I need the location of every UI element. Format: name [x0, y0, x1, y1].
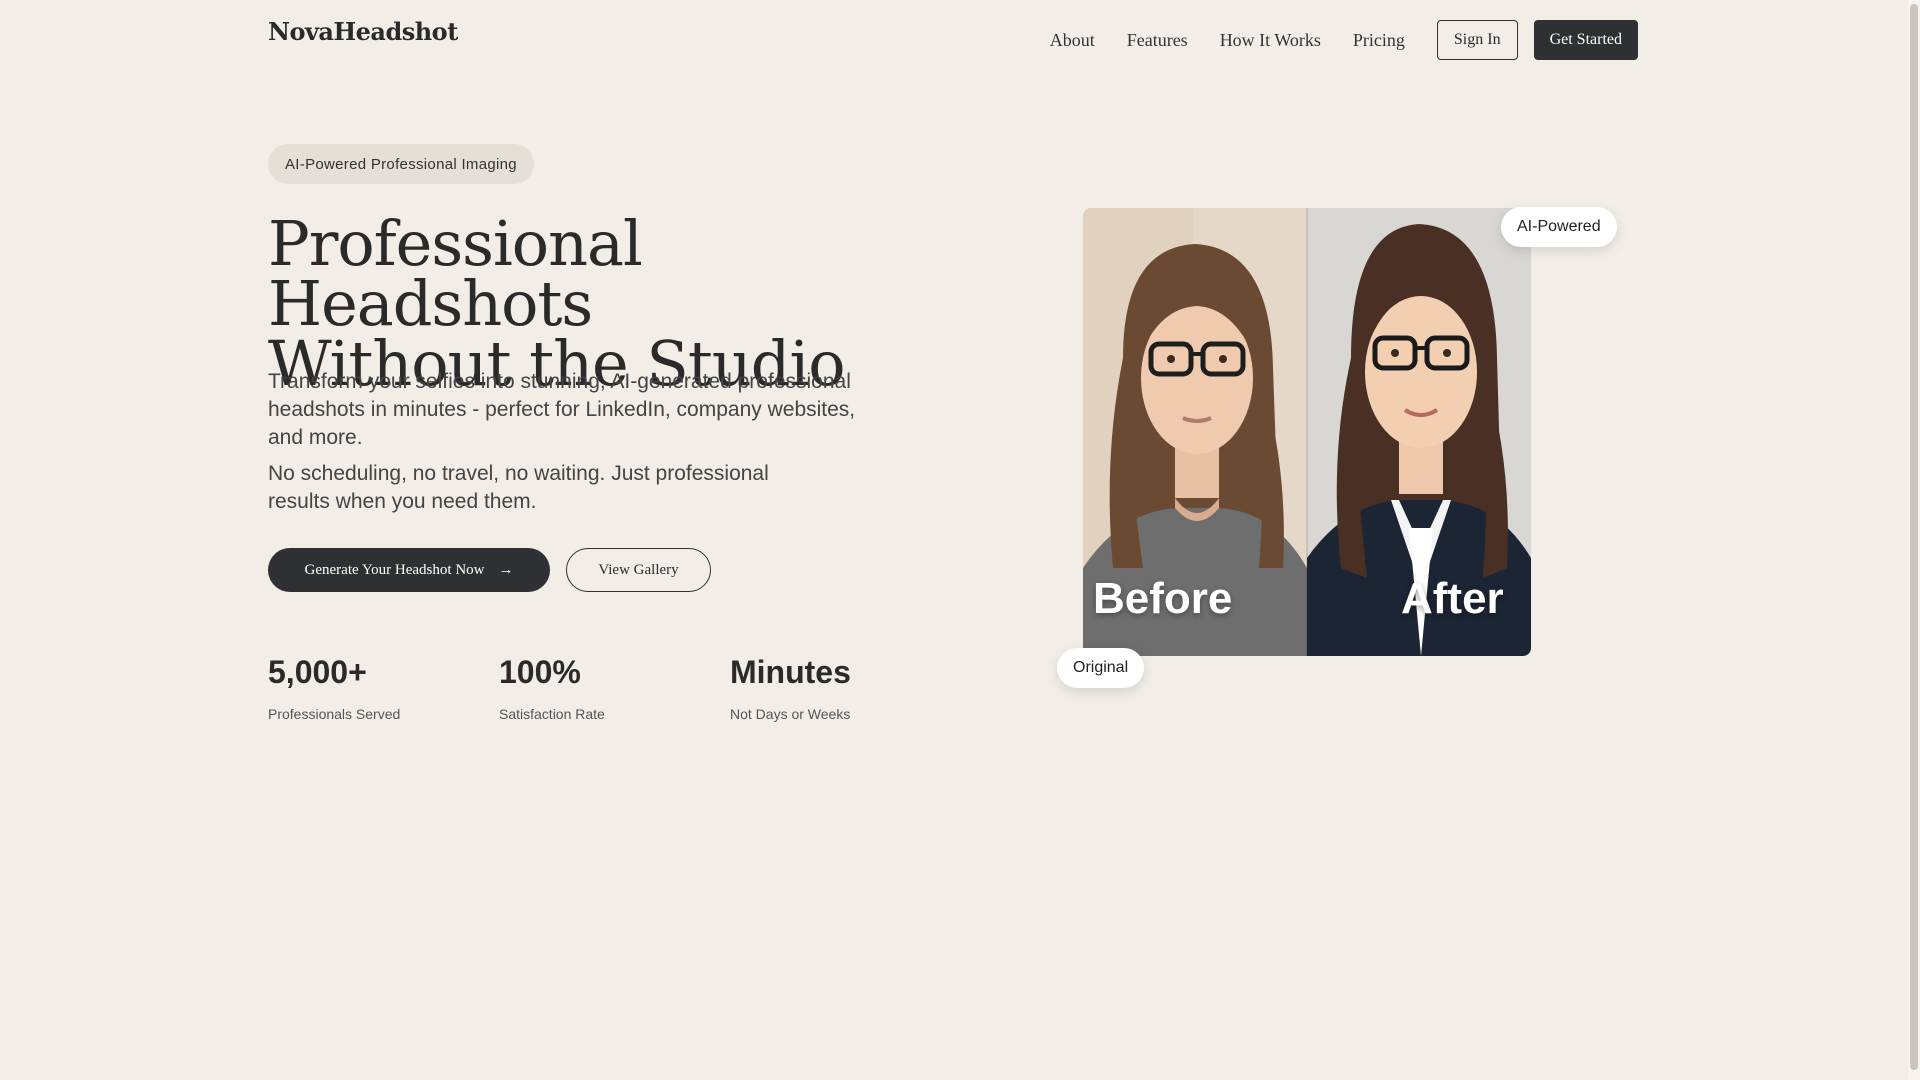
generate-headshot-button[interactable]: Generate Your Headshot Now →	[268, 548, 550, 592]
stat-value: Minutes	[730, 654, 851, 690]
before-label: Before	[1093, 574, 1233, 623]
scrollbar-thumb[interactable]	[1910, 4, 1918, 1070]
after-label: After	[1401, 574, 1504, 623]
nav-features[interactable]: Features	[1127, 30, 1188, 51]
nav-pricing[interactable]: Pricing	[1353, 30, 1405, 51]
hero-title-line-1: Professional Headshots	[268, 207, 643, 340]
get-started-button[interactable]: Get Started	[1533, 20, 1638, 60]
stat-value: 100%	[499, 654, 581, 690]
arrow-right-icon: →	[498, 561, 514, 578]
original-badge: Original	[1057, 648, 1145, 688]
view-gallery-button[interactable]: View Gallery	[566, 548, 711, 592]
page-scrollbar[interactable]	[1908, 0, 1920, 1080]
stat-satisfaction: 100% Satisfaction Rate	[499, 654, 605, 722]
landing-page: NovaHeadshot About Features How It Works…	[0, 0, 1908, 1080]
site-logo[interactable]: NovaHeadshot	[268, 17, 458, 46]
stat-label: Professionals Served	[268, 706, 401, 722]
stat-professionals: 5,000+ Professionals Served	[268, 654, 400, 722]
hero-title: Professional Headshots Without the Studi…	[268, 213, 968, 395]
sign-in-button[interactable]: Sign In	[1436, 20, 1518, 60]
stat-value: 5,000+	[268, 654, 367, 690]
hero-description: Transform your selfies into stunning, AI…	[268, 370, 856, 449]
hero-description-secondary: No scheduling, no travel, no waiting. Ju…	[268, 462, 769, 513]
stat-label: Not Days or Weeks	[730, 706, 851, 722]
stat-label: Satisfaction Rate	[499, 706, 605, 722]
generate-headshot-label: Generate Your Headshot Now	[304, 561, 485, 578]
ai-powered-badge: AI-Powered	[1501, 207, 1617, 247]
nav-about[interactable]: About	[1050, 30, 1095, 51]
hero-tag-pill: AI-Powered Professional Imaging	[268, 144, 534, 184]
nav-how-it-works[interactable]: How It Works	[1220, 30, 1321, 51]
top-nav: About Features How It Works Pricing Sign…	[1050, 20, 1638, 60]
stat-speed: Minutes Not Days or Weeks	[730, 654, 851, 722]
